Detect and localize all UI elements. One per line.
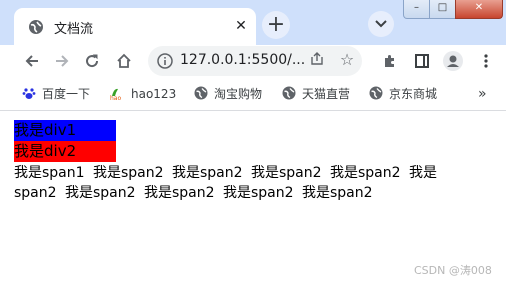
back-arrow-icon[interactable] [22,51,42,71]
reload-svg [86,54,99,68]
url-text[interactable]: 127.0.0.1:5500/... [180,52,305,68]
inline-spans: 我是span1 我是span2 我是span2 我是span2 我是span2 … [14,163,474,203]
bookmark-label: hao123 [131,87,177,101]
menu-kebab-icon[interactable] [476,51,496,71]
bookmark-item-jd[interactable]: 京东商城 [369,85,437,103]
home-icon[interactable] [114,51,134,71]
kebab-svg [484,54,488,68]
globe-icon [282,86,296,100]
bookmark-label: 天猫直营 [302,87,351,101]
globe-icon [194,86,208,100]
back-arrow-svg [25,55,38,67]
tab-search-chevron-icon[interactable] [368,11,394,37]
close-window-button[interactable]: ✕ [455,0,503,19]
span-item: 我是span2 [251,165,322,181]
share-svg [311,52,323,65]
span-item: 我是span2 [330,165,401,181]
bookmark-item-tmall[interactable]: 天猫直营 [282,85,350,103]
tab-active[interactable]: 文档流 ✕ [14,8,256,45]
span-item: 我是span2 [93,165,164,181]
chevron-down-icon [375,20,387,28]
svg-text:hao: hao [110,95,121,100]
new-tab-button[interactable]: + [262,11,290,39]
span-item: 我是span2 [302,185,373,201]
span-item: 我是span2 [144,185,215,201]
info-icon[interactable] [157,53,173,69]
browser-window: 文档流 ✕ + – □ ✕ 127.0.0.1:5500/... ☆ 百度一下 … [0,0,506,285]
side-panel-svg [415,54,429,68]
bookmark-star-icon[interactable]: ☆ [338,51,356,69]
tab-strip: 文档流 ✕ + – □ ✕ [0,0,506,45]
bookmark-label: 京东商城 [389,87,438,101]
csdn-watermark: CSDN @涛008 [414,264,492,277]
forward-arrow-svg [56,55,69,67]
tab-title: 文档流 [54,22,94,37]
hao123-icon: hao [110,88,121,100]
bookmark-item-baidu[interactable]: 百度一下 [22,85,90,103]
extensions-puzzle-icon[interactable] [380,51,400,71]
span-item: 我是span2 [223,185,294,201]
bookmark-label: 百度一下 [42,87,91,101]
window-controls: – □ ✕ [403,0,506,20]
reload-icon[interactable] [82,51,102,71]
toolbar: 127.0.0.1:5500/... ☆ [0,45,506,77]
profile-avatar-icon[interactable] [443,51,463,71]
div1-block: 我是div1 [14,120,116,141]
span-item: 我是span1 [14,165,85,181]
span-item: 我是span2 [172,165,243,181]
bookmarks-overflow-chevron-icon[interactable]: » [478,85,487,103]
side-panel-icon[interactable] [412,51,432,71]
minimize-button[interactable]: – [403,0,430,19]
maximize-button[interactable]: □ [429,0,456,19]
page-viewport: 我是div1 我是div2 我是span1 我是span2 我是span2 我是… [0,111,506,285]
span-item: 我是span2 [65,185,136,201]
paw-icon [22,88,36,99]
address-bar[interactable]: 127.0.0.1:5500/... ☆ [148,46,362,76]
person-svg [447,55,459,67]
tab-close-icon[interactable]: ✕ [232,17,250,35]
bookmark-label: 淘宝购物 [214,87,263,101]
share-icon[interactable] [308,52,326,70]
globe-icon [29,20,43,34]
bookmark-item-taobao[interactable]: 淘宝购物 [194,85,262,103]
forward-arrow-icon[interactable] [52,51,72,71]
bookmarks-bar: 百度一下 hao hao123 淘宝购物 天猫直营 京东商城 » [0,77,506,111]
home-svg [117,53,131,68]
globe-icon [369,86,383,100]
bookmark-item-hao123[interactable]: hao hao123 [109,85,176,103]
puzzle-svg [385,55,394,67]
div2-block: 我是div2 [14,141,116,162]
